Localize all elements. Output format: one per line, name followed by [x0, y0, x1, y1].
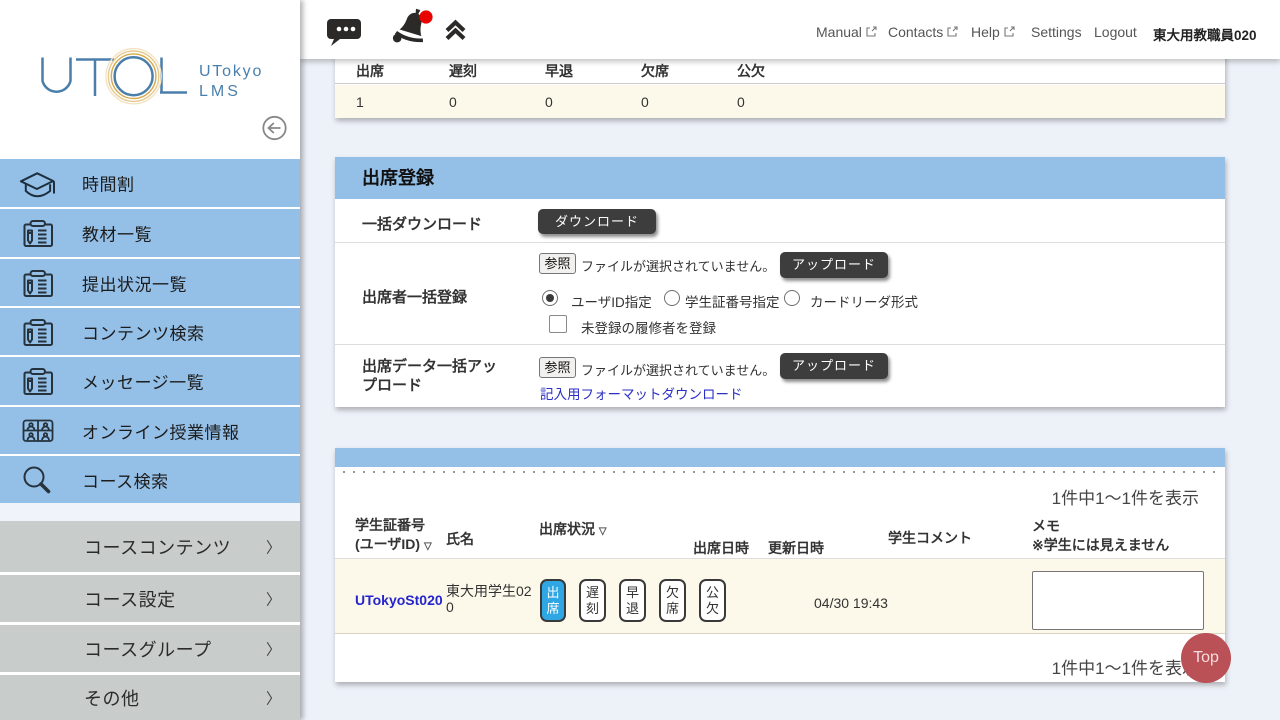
- svg-text:LMS: LMS: [199, 83, 241, 100]
- svg-text:UTokyo: UTokyo: [199, 63, 263, 80]
